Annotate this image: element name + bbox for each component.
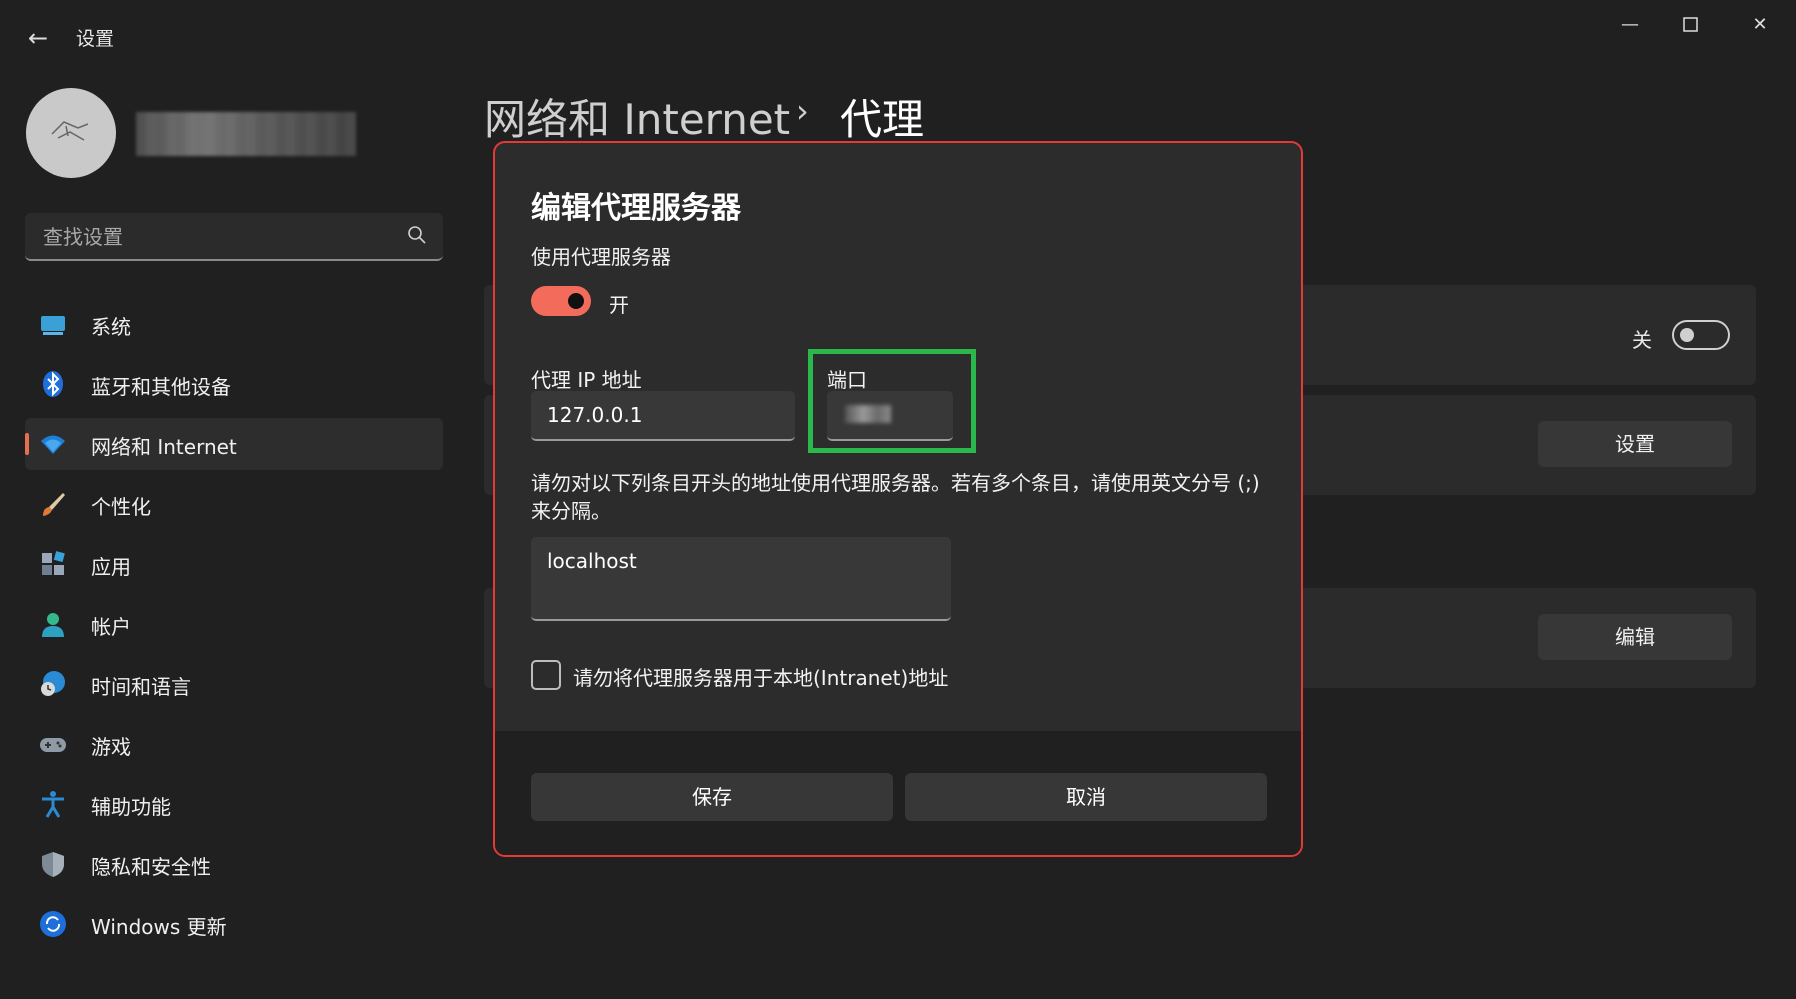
sidebar-item-network[interactable]: 网络和 Internet	[25, 418, 443, 470]
save-button[interactable]: 保存	[531, 773, 893, 821]
sidebar-item-system[interactable]: 系统	[25, 298, 443, 350]
manual-edit-button[interactable]: 编辑	[1538, 614, 1732, 660]
ip-address-value: 127.0.0.1	[547, 403, 643, 427]
toggle-knob	[1680, 328, 1694, 342]
sidebar-item-label: 个性化	[91, 495, 151, 519]
bypass-local-label: 请勿将代理服务器用于本地(Intranet)地址	[573, 666, 949, 690]
avatar[interactable]	[26, 88, 116, 178]
edit-proxy-dialog: 编辑代理服务器 使用代理服务器 开 代理 IP 地址 127.0.0.1 端口 …	[493, 141, 1303, 857]
sidebar-item-label: 蓝牙和其他设备	[91, 375, 231, 399]
page-title: 代理	[840, 95, 925, 144]
maximize-button[interactable]	[1661, 8, 1721, 42]
toggle-knob	[568, 293, 584, 309]
sidebar-item-gaming[interactable]: 游戏	[25, 718, 443, 770]
exceptions-description: 请勿对以下列条目开头的地址使用代理服务器。若有多个条目，请使用英文分号 (;) …	[531, 471, 1260, 523]
toggle-state-label: 开	[609, 293, 629, 317]
arrow-left-icon: ←	[27, 24, 49, 52]
sidebar-item-label: 隐私和安全性	[91, 855, 211, 879]
shield-icon	[42, 852, 64, 877]
sidebar-item-label: 系统	[91, 315, 131, 339]
breadcrumb-separator: ›	[796, 92, 809, 130]
accessibility-icon	[42, 791, 64, 818]
use-proxy-label: 使用代理服务器	[531, 245, 671, 269]
breadcrumb-parent[interactable]: 网络和 Internet	[484, 86, 790, 147]
sidebar-item-privacy[interactable]: 隐私和安全性	[25, 838, 443, 890]
use-proxy-toggle[interactable]	[531, 286, 591, 316]
username-redacted	[136, 112, 356, 156]
app-title: 设置	[76, 28, 115, 50]
toggle-state-label: 关	[1632, 328, 1652, 352]
exceptions-value: localhost	[547, 549, 637, 573]
maximize-icon	[1683, 17, 1698, 32]
port-value-redacted	[845, 405, 891, 423]
sidebar-item-label: 时间和语言	[91, 675, 191, 699]
sidebar-item-label: 辅助功能	[91, 795, 171, 819]
brush-icon	[43, 493, 65, 516]
update-icon	[40, 911, 66, 937]
sidebar-item-personalization[interactable]: 个性化	[25, 478, 443, 530]
dialog-title: 编辑代理服务器	[531, 191, 741, 226]
port-field[interactable]	[827, 391, 953, 441]
close-window-button[interactable]: ✕	[1730, 8, 1790, 42]
minimize-button[interactable]: —	[1600, 8, 1660, 42]
sidebar-item-accessibility[interactable]: 辅助功能	[25, 778, 443, 830]
search-input[interactable]	[41, 221, 385, 253]
sidebar-item-windows-update[interactable]: Windows 更新	[25, 898, 443, 950]
sidebar-item-time-language[interactable]: 时间和语言	[25, 658, 443, 710]
sidebar-item-label: Windows 更新	[91, 915, 227, 939]
sidebar-item-bluetooth[interactable]: 蓝牙和其他设备	[25, 358, 443, 410]
sidebar-item-label: 帐户	[91, 615, 131, 639]
settings-search-box[interactable]	[25, 213, 443, 261]
ip-address-field[interactable]: 127.0.0.1	[531, 391, 795, 441]
ip-address-label: 代理 IP 地址	[531, 368, 642, 392]
wifi-icon	[41, 435, 65, 454]
setup-settings-button[interactable]: 设置	[1538, 421, 1732, 467]
sidebar-item-accounts[interactable]: 帐户	[25, 598, 443, 650]
bluetooth-icon	[43, 371, 63, 397]
sidebar-item-label: 网络和 Internet	[91, 435, 237, 459]
exceptions-field[interactable]: localhost	[531, 537, 951, 621]
avatar-sketch-icon	[51, 121, 89, 141]
cancel-button[interactable]: 取消	[905, 773, 1267, 821]
bypass-local-checkbox[interactable]	[531, 660, 561, 690]
sidebar-item-apps[interactable]: 应用	[25, 538, 443, 590]
search-icon	[408, 226, 426, 244]
back-button[interactable]: ←	[22, 22, 54, 54]
auto-detect-toggle[interactable]	[1672, 320, 1730, 350]
port-label: 端口	[827, 368, 867, 392]
apps-icon	[42, 551, 65, 575]
title-bar	[0, 0, 1796, 70]
person-icon	[42, 613, 64, 637]
close-icon: ✕	[1752, 14, 1768, 35]
active-indicator	[25, 433, 29, 455]
minimize-icon: —	[1621, 14, 1639, 35]
gamepad-icon	[40, 738, 66, 752]
sidebar-item-label: 游戏	[91, 735, 131, 759]
sidebar-item-label: 应用	[91, 555, 131, 579]
monitor-icon	[41, 316, 65, 335]
globe-clock-icon	[41, 671, 65, 696]
